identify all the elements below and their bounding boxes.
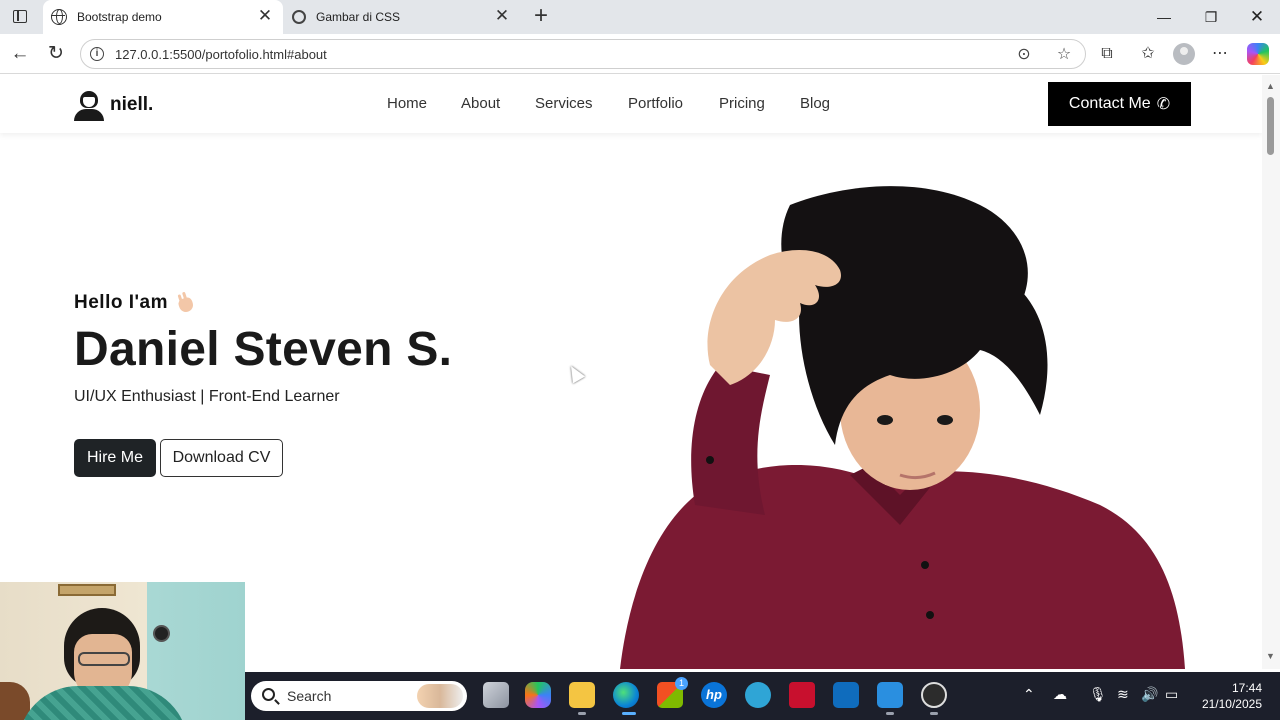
microphone-icon[interactable]: 🎙 xyxy=(1089,686,1107,703)
copilot-icon[interactable] xyxy=(1247,43,1269,65)
avatar-icon xyxy=(74,89,104,121)
favorites-icon[interactable]: ✩ xyxy=(1137,43,1159,65)
explorer-running-indicator xyxy=(578,712,586,715)
brand-logo[interactable]: niell. xyxy=(74,89,153,121)
globe-icon xyxy=(51,9,67,25)
chatgpt-icon xyxy=(292,10,306,24)
favorite-star-icon[interactable]: ☆ xyxy=(1053,44,1075,66)
profile-avatar[interactable] xyxy=(1173,43,1195,65)
brand-name: niell. xyxy=(110,94,154,115)
store-badge: 1 xyxy=(675,677,688,690)
clock-time: 17:44 xyxy=(1231,681,1262,695)
extensions-icon[interactable]: ⧉ xyxy=(1096,43,1118,65)
tab-bootstrap-demo[interactable]: Bootstrap demo ✕ xyxy=(43,0,283,34)
vscode-icon[interactable] xyxy=(877,682,903,708)
scroll-up-icon[interactable]: ▲ xyxy=(1266,81,1275,91)
wifi-icon[interactable]: ≋ xyxy=(1117,686,1129,703)
webcam-overlay xyxy=(0,582,245,720)
read-aloud-icon[interactable]: ⊙ xyxy=(1013,44,1035,66)
battery-icon[interactable]: ▭ xyxy=(1165,686,1178,703)
wall-frame xyxy=(58,584,116,596)
tab-title: Bootstrap demo xyxy=(77,10,162,24)
obs-running-indicator xyxy=(930,712,938,715)
nav-about[interactable]: About xyxy=(461,95,500,112)
scrollbar-thumb[interactable] xyxy=(1267,97,1274,155)
hero-greeting: Hello I'am xyxy=(74,292,196,314)
copilot-app-icon[interactable] xyxy=(525,682,551,708)
windows-taskbar: Search 1 hp ⌃ ☁ 🎙 ≋ 🔊 ▭ 17:44 21/10/2025 xyxy=(245,672,1280,720)
back-button[interactable]: ← xyxy=(9,43,31,65)
hp-icon[interactable]: hp xyxy=(701,682,727,708)
new-tab-button[interactable]: + xyxy=(530,4,552,28)
taskbar-clock[interactable]: 17:44 21/10/2025 xyxy=(1196,680,1262,712)
reload-button[interactable]: ↻ xyxy=(45,43,67,65)
volume-icon[interactable]: 🔊 xyxy=(1141,686,1158,703)
search-highlight-image xyxy=(417,684,463,708)
file-explorer-icon[interactable] xyxy=(569,682,595,708)
scroll-down-icon[interactable]: ▼ xyxy=(1266,651,1275,661)
contact-me-button[interactable]: Contact Me ✆ xyxy=(1048,82,1191,126)
obs-icon[interactable] xyxy=(921,682,947,708)
hero-name: Daniel Steven S. xyxy=(74,323,453,376)
nav-home[interactable]: Home xyxy=(387,95,427,112)
nav-portfolio[interactable]: Portfolio xyxy=(628,95,683,112)
more-menu-icon[interactable]: ⋯ xyxy=(1209,43,1231,65)
close-window-button[interactable]: ✕ xyxy=(1242,6,1272,28)
minimize-button[interactable]: — xyxy=(1149,6,1179,28)
contact-label: Contact Me xyxy=(1068,95,1151,112)
taskbar-search[interactable]: Search xyxy=(251,681,467,711)
search-icon xyxy=(262,688,275,701)
browser-toolbar: ← ↻ i 127.0.0.1:5500/portofolio.html#abo… xyxy=(0,34,1280,74)
onedrive-icon[interactable]: ☁ xyxy=(1053,686,1067,703)
vscode-running-indicator xyxy=(886,712,894,715)
edge-active-indicator xyxy=(622,712,636,715)
nav-pricing[interactable]: Pricing xyxy=(719,95,765,112)
mouse-cursor xyxy=(564,362,586,384)
microsoft-store-icon[interactable]: 1 xyxy=(657,677,688,708)
close-tab-icon[interactable]: ✕ xyxy=(257,7,273,25)
tips-icon[interactable] xyxy=(745,682,771,708)
outlook-icon[interactable] xyxy=(833,682,859,708)
browser-tab-bar: Bootstrap demo ✕ Gambar di CSS ✕ + — ❐ ✕ xyxy=(0,0,1280,34)
greeting-text: Hello I'am xyxy=(74,292,168,313)
tab-title: Gambar di CSS xyxy=(316,10,401,24)
site-navbar: niell. Home About Services Portfolio Pri… xyxy=(0,75,1262,133)
tray-overflow-icon[interactable]: ⌃ xyxy=(1023,686,1035,703)
hire-me-button[interactable]: Hire Me xyxy=(74,439,156,477)
tab-gambar-di-css[interactable]: Gambar di CSS ✕ xyxy=(284,0,520,34)
nav-blog[interactable]: Blog xyxy=(800,95,830,112)
mcafee-icon[interactable] xyxy=(789,682,815,708)
task-view-icon[interactable] xyxy=(483,682,509,708)
clock-date: 21/10/2025 xyxy=(1201,697,1262,711)
address-url[interactable]: 127.0.0.1:5500/portofolio.html#about xyxy=(115,47,327,62)
waving-hand-icon xyxy=(176,292,196,314)
hero-tagline: UI/UX Enthusiast | Front-End Learner xyxy=(74,388,340,405)
tab-actions-icon[interactable] xyxy=(10,7,30,27)
download-cv-button[interactable]: Download CV xyxy=(160,439,283,477)
presenter-shirt xyxy=(18,686,188,720)
edge-browser-icon[interactable] xyxy=(613,682,639,708)
nav-services[interactable]: Services xyxy=(535,95,593,112)
page-scrollbar[interactable]: ▲ ▼ xyxy=(1262,75,1280,669)
phone-icon: ✆ xyxy=(1156,96,1171,113)
hero-portrait-image xyxy=(620,186,1185,669)
page-viewport: niell. Home About Services Portfolio Pri… xyxy=(0,75,1262,669)
presenter-glasses xyxy=(78,652,130,666)
site-info-icon[interactable]: i xyxy=(90,47,104,61)
search-placeholder: Search xyxy=(287,688,332,704)
address-bar[interactable]: i 127.0.0.1:5500/portofolio.html#about ⊙… xyxy=(80,39,1086,69)
restore-button[interactable]: ❐ xyxy=(1196,6,1226,28)
wall-clock xyxy=(153,625,170,642)
close-tab-icon[interactable]: ✕ xyxy=(494,7,510,25)
